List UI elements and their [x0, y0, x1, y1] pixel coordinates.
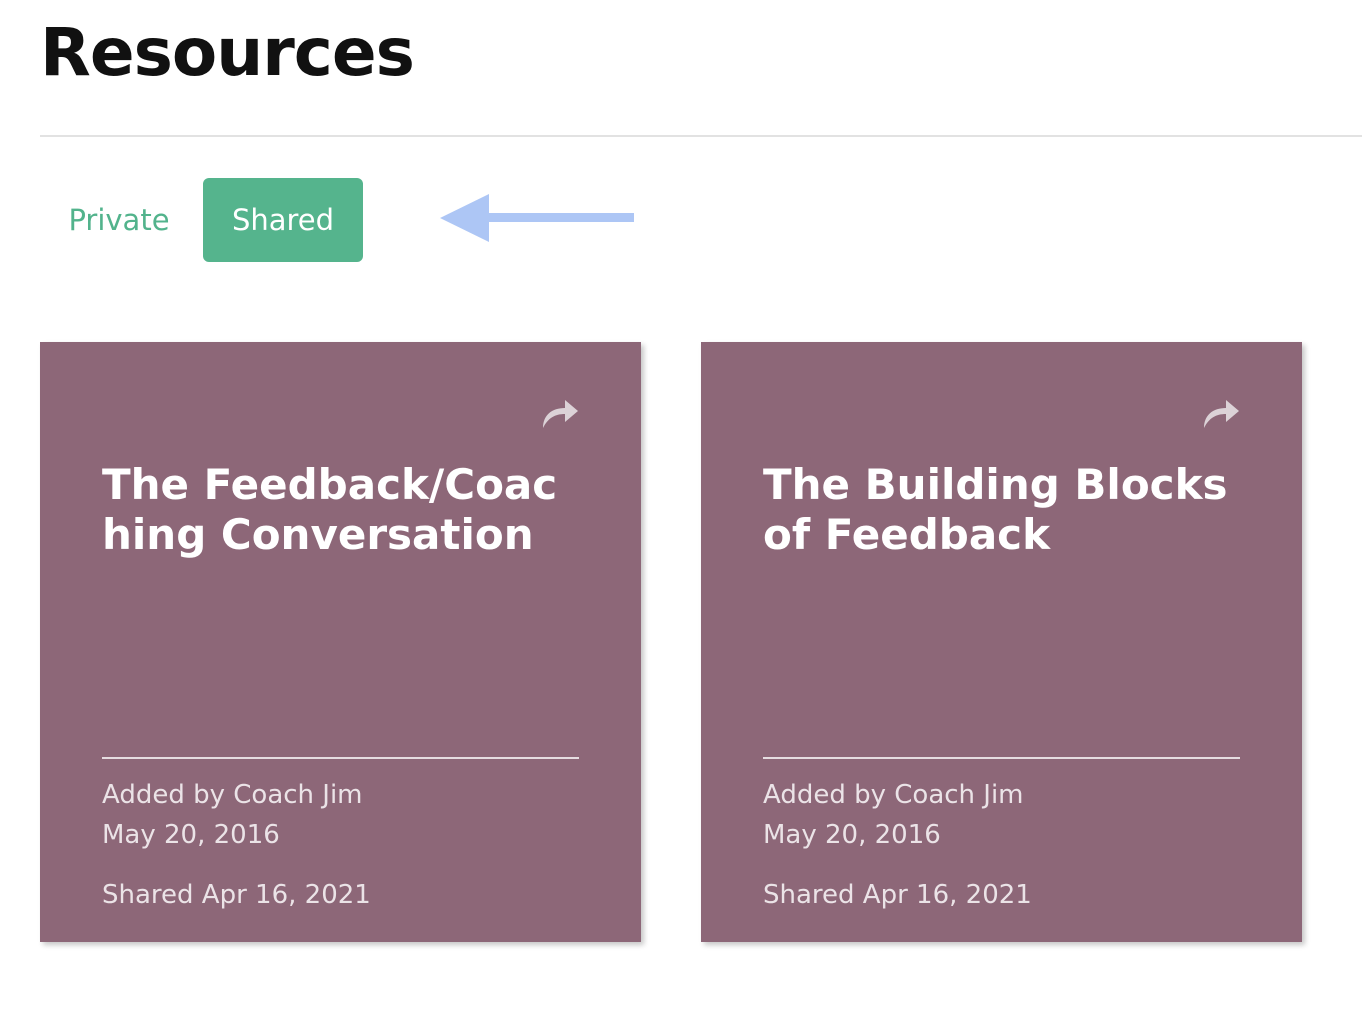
resource-card[interactable]: The Feedback/Coaching Conversation Added… — [40, 342, 641, 942]
card-date: May 20, 2016 — [763, 820, 941, 850]
card-added-by: Added by Coach Jim — [102, 780, 363, 810]
share-arrow-icon[interactable] — [540, 396, 580, 432]
annotation-arrow-icon — [440, 194, 634, 242]
card-divider — [763, 757, 1240, 759]
card-added-by: Added by Coach Jim — [763, 780, 1024, 810]
header-divider — [40, 135, 1362, 137]
resource-card[interactable]: The Building Blocks of Feedback Added by… — [701, 342, 1302, 942]
share-arrow-icon[interactable] — [1201, 396, 1241, 432]
tab-shared[interactable]: Shared — [203, 178, 363, 262]
tab-private[interactable]: Private — [56, 178, 182, 262]
card-shared-date: Shared Apr 16, 2021 — [763, 880, 1032, 910]
card-title: The Building Blocks of Feedback — [763, 460, 1228, 559]
page-title: Resources — [40, 14, 415, 91]
card-shared-date: Shared Apr 16, 2021 — [102, 880, 371, 910]
card-date: May 20, 2016 — [102, 820, 280, 850]
card-divider — [102, 757, 579, 759]
card-title: The Feedback/Coaching Conversation — [102, 460, 558, 559]
